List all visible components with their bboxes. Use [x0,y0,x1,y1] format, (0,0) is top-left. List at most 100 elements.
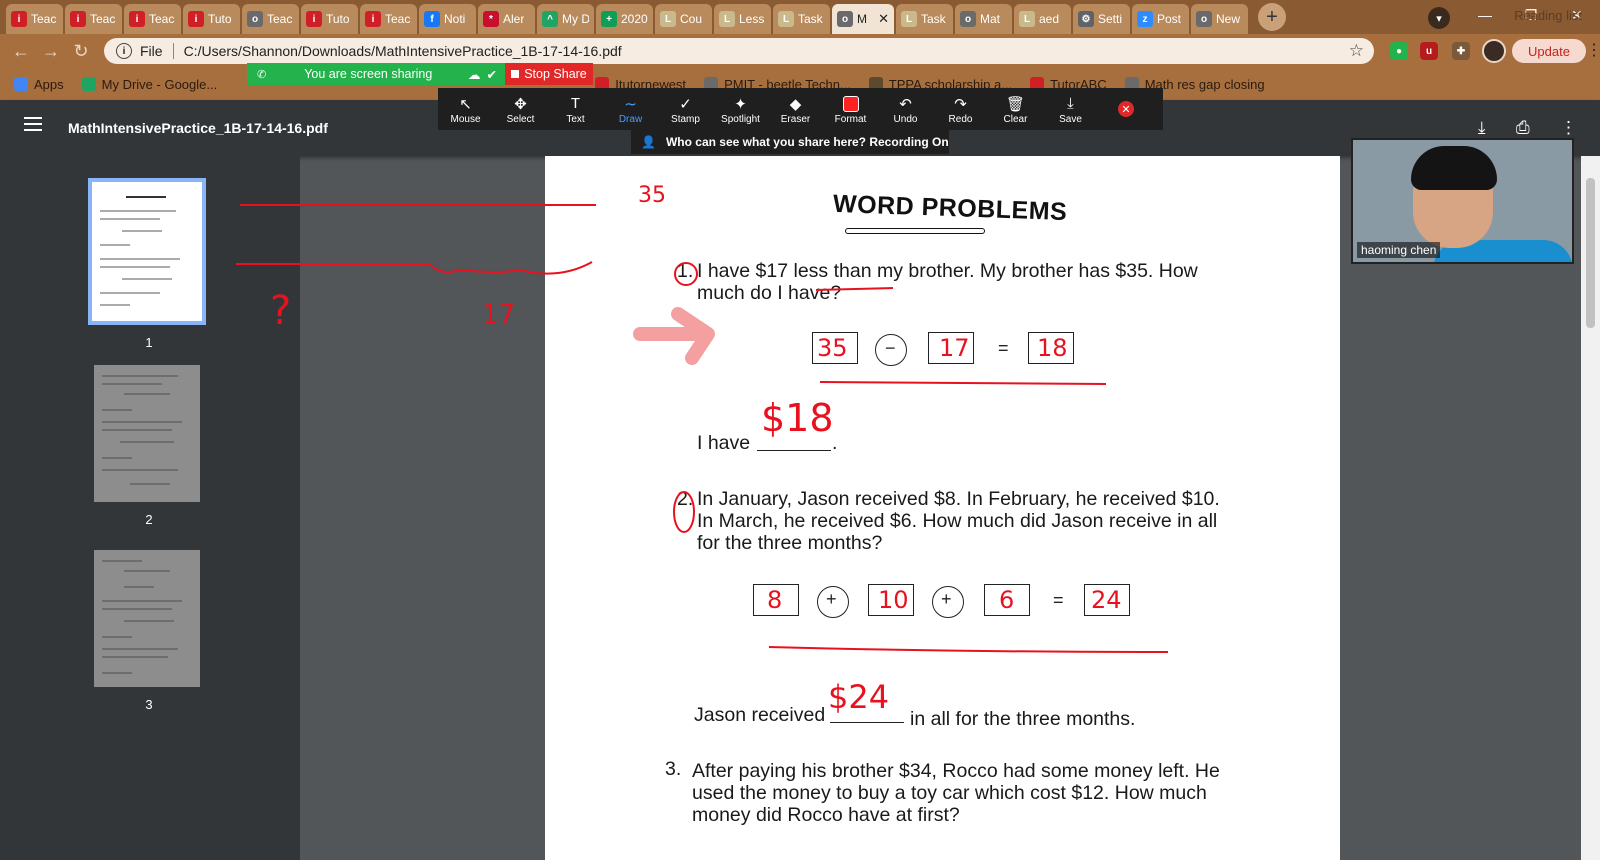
browser-tab[interactable]: o M ✕ [832,4,894,34]
browser-tab[interactable]: L Task [773,4,830,34]
tool-format[interactable]: Format [823,94,878,125]
thumbnail-page-2[interactable]: 2 [94,365,204,527]
tool-save[interactable]: ⤓ Save [1043,94,1098,125]
stamp-icon: ✓ [679,95,692,113]
sidebar-menu-icon[interactable] [24,117,42,131]
browser-tab[interactable]: i Tuto [183,4,240,34]
pdf-filename: MathIntensivePractice_1B-17-14-16.pdf [68,120,328,136]
bookmark-label: Apps [34,76,64,92]
tool-draw[interactable]: ∼ Draw [603,94,658,125]
browser-tab[interactable]: i Teac [360,4,417,34]
back-button[interactable]: ← [6,36,36,66]
tab-label: 2020 [621,12,648,26]
bookmark-star-icon[interactable]: ☆ [1349,41,1364,61]
browser-tab[interactable]: ⚙ Setti [1073,4,1130,34]
browser-tab[interactable]: o Teac [242,4,299,34]
thumbnail-page-3[interactable]: 3 [94,550,204,712]
browser-tab[interactable]: z Post [1132,4,1189,34]
q3-number: 3. [665,758,682,780]
browser-tab[interactable]: Laed [1014,4,1071,34]
page-scrollbar[interactable] [1581,156,1600,860]
browser-tab[interactable]: L Less [714,4,771,34]
tool-mouse[interactable]: ↖ Mouse [438,94,493,125]
extension-ublock-icon[interactable]: u [1420,42,1438,60]
q1-line-2: much do I have? [697,282,842,304]
browser-tab[interactable]: i Teac [6,4,63,34]
margin-handwritten-17: 17 [482,300,516,330]
shield-check-icon: ✔ [486,67,497,82]
browser-tab[interactable]: * Aler [478,4,535,34]
bookmark-item[interactable]: My Drive - Google... [81,77,217,92]
thumbnail-image [94,550,200,687]
extensions-puzzle-icon[interactable]: ✚ [1452,42,1470,60]
tab-search-button[interactable]: ▾ [1428,7,1450,29]
browser-tab[interactable]: o New [1191,4,1248,34]
tab-label: Teac [31,12,57,26]
bookmark-item[interactable]: Apps [14,77,64,92]
profile-avatar[interactable] [1482,39,1506,63]
q2-handwritten-box-2: 10 [878,586,909,614]
tool-undo[interactable]: ↶ Undo [878,94,933,125]
new-tab-button[interactable]: + [1258,3,1286,31]
q2-operator-2: + [941,589,952,609]
tool-redo[interactable]: ↷ Redo [933,94,988,125]
minimize-button[interactable]: — [1462,0,1508,30]
browser-tab[interactable]: L Cou [655,4,712,34]
address-bar[interactable]: i File C:/Users/Shannon/Downloads/MathIn… [104,38,1374,64]
browser-tab[interactable]: o Mat [955,4,1012,34]
browser-tab[interactable]: i Teac [124,4,181,34]
tool-spotlight[interactable]: ✦ Spotlight [713,94,768,125]
tab-label: Teac [90,12,116,26]
more-actions-icon[interactable]: ⋮ [1560,118,1577,138]
tool-label: Text [566,113,585,125]
reload-button[interactable]: ↻ [66,36,96,66]
q3-line-3: money did Rocco have at first? [692,804,960,826]
tool-eraser[interactable]: ◆ Eraser [768,94,823,125]
browser-tab[interactable]: i Teac [65,4,122,34]
reading-list-button[interactable]: Reading list [1514,8,1582,23]
tool-stamp[interactable]: ✓ Stamp [658,94,713,125]
stop-share-button[interactable]: Stop Share [505,63,593,85]
tab-close-icon[interactable]: ✕ [878,11,889,27]
thumbnail-number: 1 [145,335,153,350]
bookmark-favicon-icon [14,77,28,91]
tool-label: Format [834,113,867,125]
browser-tab[interactable]: +2020 [596,4,653,34]
who-can-see-banner[interactable]: 👤 Who can see what you share here? Recor… [631,130,949,154]
tool-clear[interactable]: 🗑 Clear [988,94,1043,125]
close-annotation-toolbar-icon[interactable]: ✕ [1118,101,1134,117]
url-text[interactable]: C:/Users/Shannon/Downloads/MathIntensive… [184,43,622,59]
mouse-icon: ↖ [459,95,472,113]
tab-label: New [1216,12,1241,26]
site-info-icon[interactable]: i [116,43,132,59]
browser-tab[interactable]: i Tuto [301,4,358,34]
tab-label: Cou [680,12,703,26]
q3-line-2: used the money to buy a toy car which co… [692,782,1207,804]
tool-label: Select [506,113,535,125]
forward-button[interactable]: → [36,36,66,66]
thumbnail-page-1[interactable]: 1 [88,178,206,350]
tool-text[interactable]: T Text [548,94,603,125]
margin-handwritten-question: ? [270,288,292,334]
browser-tab[interactable]: L Task [896,4,953,34]
scrollbar-thumb[interactable] [1586,178,1595,328]
eraser-icon: ◆ [789,95,802,113]
undo-icon: ↶ [899,95,912,113]
tab-label: Setti [1098,12,1123,26]
tool-label: Save [1059,113,1082,125]
tool-select[interactable]: ✥ Select [493,94,548,125]
margin-handwritten-35: 35 [638,183,666,208]
extension-green-icon[interactable]: ● [1390,42,1408,60]
browser-tab[interactable]: f Noti [419,4,476,34]
download-icon[interactable]: ⤓ [1478,118,1486,138]
tab-label: Teac [267,12,293,26]
thumbnail-sidebar: 1 2 3 [0,156,300,860]
participant-video-tile[interactable]: haoming chen [1351,138,1574,264]
q1-handwritten-box-2: 17 [939,334,970,362]
browser-toolbar: ← → ↻ i File C:/Users/Shannon/Downloads/… [0,34,1600,68]
tab-label: Teac [385,12,411,26]
print-icon[interactable]: ⎙ [1516,118,1530,138]
browser-menu-icon[interactable]: ⋮ [1586,40,1600,60]
update-button[interactable]: Update [1512,39,1586,63]
browser-tab[interactable]: ^ My D [537,4,594,34]
